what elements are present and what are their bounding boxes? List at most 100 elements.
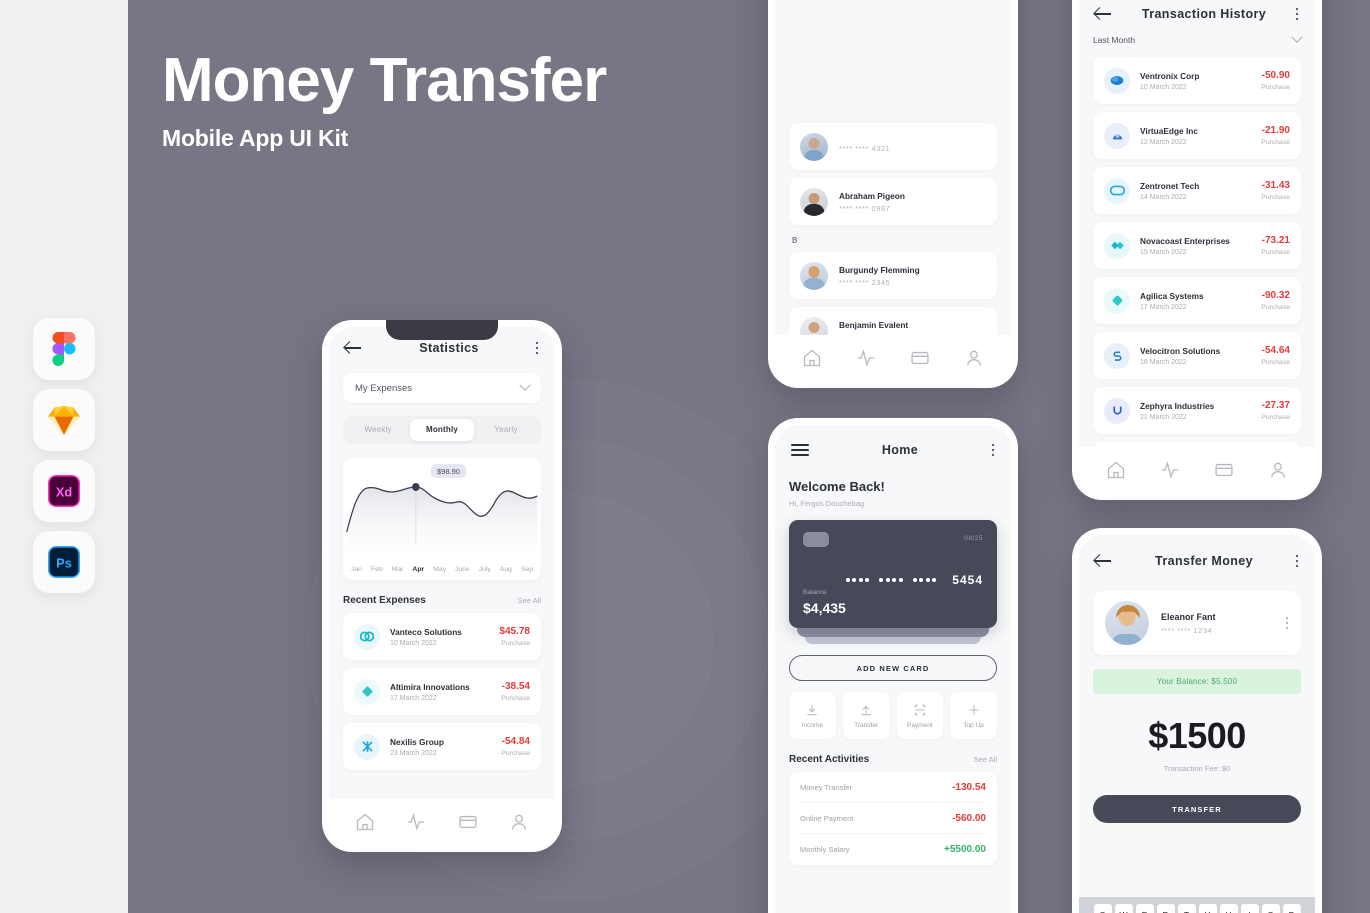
more-vertical-icon[interactable] (535, 341, 539, 355)
quick-action-income[interactable]: Income (789, 692, 836, 739)
list-item[interactable]: **** **** 4321 (789, 123, 997, 170)
download-icon (805, 703, 819, 717)
more-vertical-icon[interactable] (1295, 554, 1299, 568)
quick-action-topup[interactable]: Top Up (950, 692, 997, 739)
transaction-type: Purchase (501, 640, 530, 647)
period-selector[interactable]: Last Month (1093, 27, 1303, 53)
transaction-type: Purchase (1261, 249, 1290, 256)
key-r[interactable]: R (1156, 904, 1175, 913)
key-t[interactable]: T (1177, 904, 1196, 913)
table-row[interactable]: VirtuaEdge Inc 12 March 2022 -21.90 Purc… (1093, 112, 1301, 159)
more-vertical-icon[interactable] (1295, 7, 1299, 21)
home-icon[interactable] (1106, 460, 1126, 480)
activity-label: Online Payment (800, 813, 854, 823)
home-icon[interactable] (355, 812, 375, 832)
activity-icon[interactable] (406, 812, 426, 832)
sketch-icon[interactable] (33, 389, 95, 451)
key-w[interactable]: W (1114, 904, 1133, 913)
back-arrow-icon[interactable] (345, 341, 363, 355)
home-icon[interactable] (802, 348, 822, 368)
row-text: Zephyra Industries 21 March 2022 (1140, 401, 1261, 421)
table-row[interactable]: Zephyra Industries 21 March 2022 -27.37 … (1093, 387, 1301, 434)
adobe-xd-icon[interactable]: Xd (33, 460, 95, 522)
transaction-type: Purchase (1261, 139, 1290, 146)
key-p[interactable]: P (1282, 904, 1301, 913)
list-item[interactable]: Benjamin Evalent **** **** 4567 (789, 307, 997, 335)
quick-action-payment[interactable]: Payment (896, 692, 944, 739)
row-amount: -90.32 Purchase (1261, 290, 1290, 311)
back-arrow-icon[interactable] (1095, 554, 1113, 568)
contact-name: Abraham Pigeon (839, 190, 905, 201)
list-item[interactable]: Online Payment -560.00 (800, 803, 986, 834)
transaction-type: Purchase (1261, 84, 1290, 91)
list-item[interactable]: Abraham Pigeon **** **** 0987 (789, 178, 997, 225)
activities-list: Money Transfer -130.54 Online Payment -5… (789, 772, 997, 865)
credit-card[interactable]: 08/25 5454 Balance $4,435 (789, 520, 997, 628)
screen-title: Transfer Money (1155, 554, 1253, 568)
card-icon[interactable] (458, 812, 478, 832)
screen-title: Transaction History (1141, 7, 1267, 21)
company-logo-icon (1104, 342, 1130, 369)
card-icon[interactable] (1214, 460, 1234, 480)
segment-weekly[interactable]: Weekly (346, 419, 410, 441)
key-o[interactable]: O (1261, 904, 1280, 913)
transaction-type: Purchase (501, 695, 530, 702)
x-tick: Feb (370, 566, 383, 573)
table-row[interactable]: Zentronet Tech 14 March 2022 -31.43 Purc… (1093, 167, 1301, 214)
profile-icon[interactable] (509, 812, 529, 832)
screen-title: Statistics (419, 341, 479, 355)
back-arrow-icon[interactable] (1095, 7, 1113, 21)
row-amount: -73.21 Purchase (1261, 235, 1290, 256)
card-balance-label: Balance (803, 589, 827, 596)
key-q[interactable]: Q (1093, 904, 1112, 913)
amount: -21.90 (1261, 125, 1290, 136)
list-item[interactable]: Burgundy Flemming **** **** 2345 (789, 252, 997, 299)
table-row[interactable]: Velocitron Solutions 18 March 2022 -54.6… (1093, 332, 1301, 379)
segment-yearly[interactable]: Yearly (474, 419, 538, 441)
profile-icon[interactable] (964, 348, 984, 368)
list-item[interactable]: Monthly Salary +5500.00 (800, 834, 986, 865)
screen-title: Home (881, 443, 919, 457)
row-amount: -38.54 Purchase (501, 681, 530, 702)
segment-monthly[interactable]: Monthly (410, 419, 474, 441)
row-amount: -54.84 Purchase (501, 736, 530, 757)
expenses-select[interactable]: My Expenses (343, 373, 541, 403)
list-item[interactable]: Money Transfer -130.54 (800, 772, 986, 803)
key-y[interactable]: Y (1198, 904, 1217, 913)
more-vertical-icon[interactable] (991, 443, 995, 457)
poster-stage: Money Transfer Mobile App UI Kit Xd Ps S… (0, 0, 1370, 913)
welcome-subtext: Hi, Fergus Douchebag (789, 499, 865, 508)
table-row[interactable]: Nexilis Group 23 March 2022 -54.84 Purch… (343, 723, 541, 770)
table-row[interactable]: Agilica Systems 17 March 2022 -90.32 Pur… (1093, 277, 1301, 324)
activity-icon[interactable] (856, 348, 876, 368)
company-name: Altimira Innovations (390, 681, 470, 692)
see-all-link[interactable]: See All (974, 755, 997, 764)
key-e[interactable]: E (1135, 904, 1154, 913)
table-row[interactable]: Altimira Innovations 17 March 2022 -38.5… (343, 668, 541, 715)
company-logo-icon (1104, 397, 1130, 424)
row-text: Altimira Innovations 17 March 2022 (390, 682, 501, 702)
profile-icon[interactable] (1268, 460, 1288, 480)
chart-highlight-point (412, 483, 420, 491)
payee-card[interactable]: Eleanor Fant **** **** 1234 (1093, 591, 1301, 655)
contact-name: Burgundy Flemming (839, 264, 920, 275)
transfer-amount[interactable]: $1500 (1093, 715, 1301, 757)
card-icon[interactable] (910, 348, 930, 368)
table-row[interactable]: Novacoast Enterprises 15 March 2022 -73.… (1093, 222, 1301, 269)
onscreen-keyboard: Q W E R T Y U I O P A S D F G H (1079, 897, 1315, 913)
more-vertical-icon[interactable] (1285, 616, 1289, 630)
table-row[interactable]: Ventronix Corp 10 March 2022 -50.90 Purc… (1093, 57, 1301, 104)
key-u[interactable]: U (1219, 904, 1238, 913)
row-text: VirtuaEdge Inc 12 March 2022 (1140, 126, 1261, 146)
photoshop-icon[interactable]: Ps (33, 531, 95, 593)
activity-icon[interactable] (1160, 460, 1180, 480)
see-all-link[interactable]: See All (518, 596, 541, 605)
add-new-card-button[interactable]: ADD NEW CARD (789, 655, 997, 681)
row-amount: -54.64 Purchase (1261, 345, 1290, 366)
transfer-button[interactable]: TRANSFER (1093, 795, 1301, 823)
table-row[interactable]: Vanteco Solutions 10 March 2022 $45.78 P… (343, 613, 541, 660)
key-i[interactable]: I (1240, 904, 1259, 913)
figma-icon[interactable] (33, 318, 95, 380)
quick-action-transfer[interactable]: Transfer (842, 692, 890, 739)
hamburger-icon[interactable] (791, 443, 809, 457)
